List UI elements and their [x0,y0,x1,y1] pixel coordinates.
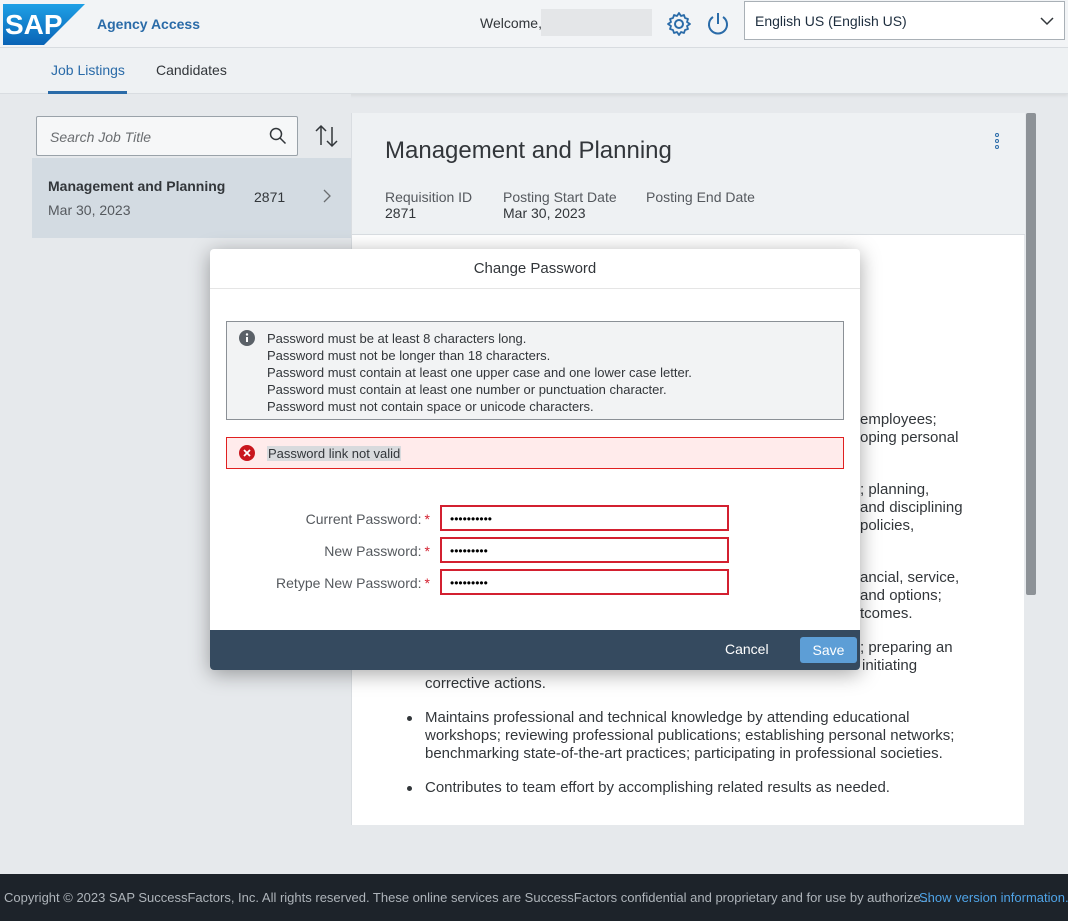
error-text: Password link not valid [267,446,402,461]
new-password-label: New Password: * [210,543,430,559]
current-password-label: Current Password: * [210,511,430,527]
rule-text: Password must not contain space or unico… [267,399,594,414]
rule-text: Password must contain at least one upper… [267,365,692,380]
rule-text: Password must contain at least one numbe… [267,382,667,397]
password-rules-info: Password must be at least 8 characters l… [226,321,844,420]
rule-text: Password must not be longer than 18 char… [267,348,551,363]
required-marker: * [424,543,430,559]
password-value: ••••••••• [450,544,488,558]
error-icon [239,445,255,461]
label-text: Current Password: [305,511,422,527]
dialog-footer: Cancel Save [210,630,860,670]
info-icon [239,330,255,346]
dialog-title: Change Password [210,249,860,289]
label-text: New Password: [324,543,422,559]
cancel-button[interactable]: Cancel [725,641,769,657]
rule-text: Password must be at least 8 characters l… [267,331,527,346]
error-message-strip: Password link not valid [226,437,844,469]
change-password-dialog: Change Password Password must be at leas… [210,249,860,670]
required-marker: * [424,511,430,527]
save-button[interactable]: Save [800,637,857,663]
retype-password-label: Retype New Password: * [210,575,430,591]
retype-password-field[interactable]: ••••••••• [440,569,729,595]
label-text: Retype New Password: [276,575,422,591]
password-value: ••••••••• [450,576,488,590]
required-marker: * [424,575,430,591]
current-password-field[interactable]: •••••••••• [440,505,729,531]
new-password-field[interactable]: ••••••••• [440,537,729,563]
password-value: •••••••••• [450,512,493,526]
